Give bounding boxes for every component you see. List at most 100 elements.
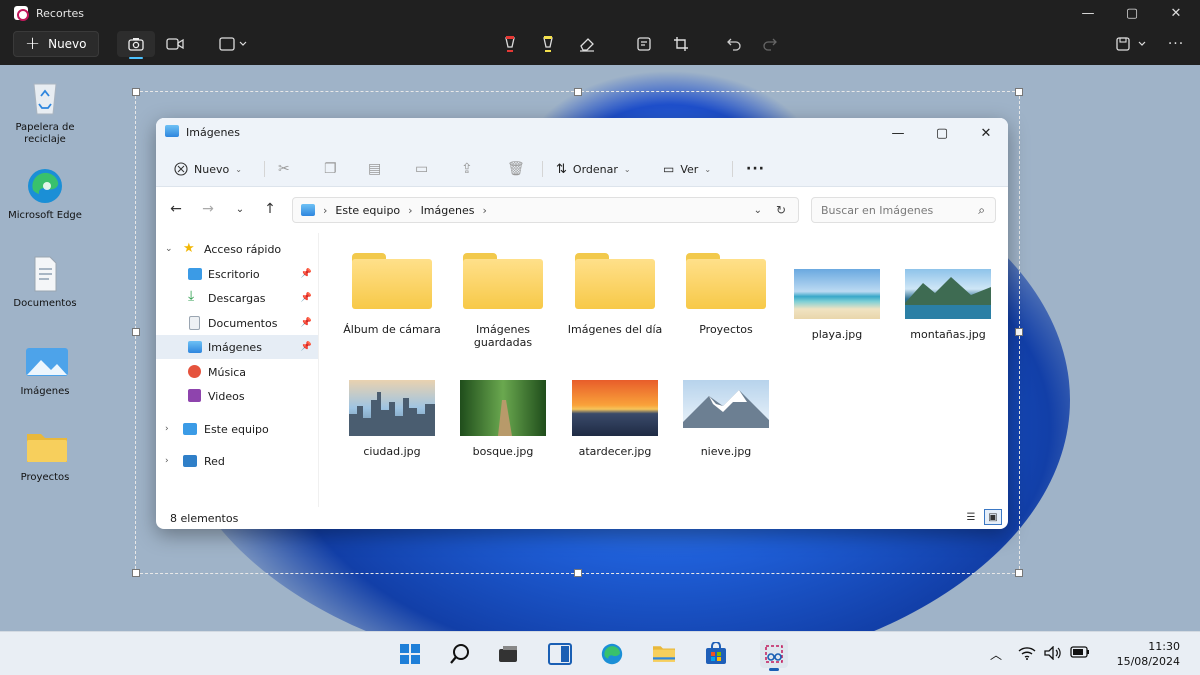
resize-handle-n[interactable] (574, 88, 582, 96)
file-explorer-window: Imágenes — ▢ ✕ Nuevo ⌄ ✂ ❐ ▤ ▭ ⇪ 🗑 ⇅ Ord… (156, 118, 1008, 529)
explorer-close-button[interactable]: ✕ (964, 120, 1008, 146)
folder-icon (25, 428, 67, 468)
show-hidden-icons-button[interactable]: ︿ (990, 646, 1002, 663)
status-bar: 8 elementos ☰ ▣ (156, 507, 1008, 529)
desktop-icon-documents[interactable]: Documentos (0, 254, 90, 310)
item-name: montañas.jpg (910, 328, 986, 341)
video-mode-button[interactable] (160, 31, 190, 57)
taskbar-edge-button[interactable] (598, 640, 626, 668)
pin-icon: 📌 (300, 269, 312, 279)
text-actions-button[interactable] (632, 31, 656, 57)
breadcrumb-current[interactable]: Imágenes (421, 204, 475, 217)
redo-button[interactable] (758, 31, 782, 57)
close-button[interactable]: ✕ (1156, 0, 1196, 26)
address-dropdown-icon[interactable]: ⌄ (754, 205, 762, 216)
paste-button[interactable]: ▤ (368, 158, 381, 180)
desktop-icon (188, 268, 202, 280)
nav-documents[interactable]: Documentos 📌 (156, 311, 318, 335)
nav-downloads[interactable]: ⤓ Descargas 📌 (156, 286, 318, 310)
nav-images[interactable]: Imágenes 📌 (156, 335, 318, 359)
large-icons-view-icon[interactable]: ▣ (984, 509, 1002, 525)
image-item[interactable]: montañas.jpg (898, 269, 998, 341)
folder-item[interactable]: Proyectos (676, 253, 776, 336)
taskbar-store-button[interactable] (702, 640, 730, 668)
more-options-button[interactable]: ··· (1164, 31, 1188, 57)
desktop-icon-recycle-bin[interactable]: Papelera de reciclaje (0, 78, 90, 146)
resize-handle-nw[interactable] (132, 88, 140, 96)
nav-videos[interactable]: Videos (156, 384, 318, 408)
taskbar-explorer-button[interactable] (650, 640, 678, 668)
resize-handle-ne[interactable] (1015, 88, 1023, 96)
clock[interactable]: 11:30 15/08/2024 (1100, 639, 1180, 669)
search-box[interactable]: Buscar en Imágenes ⌕ (811, 197, 996, 223)
resize-handle-w[interactable] (132, 328, 140, 336)
desktop-icon-edge[interactable]: Microsoft Edge (0, 166, 90, 222)
nav-desktop[interactable]: Escritorio 📌 (156, 262, 318, 286)
ballpoint-pen-button[interactable] (498, 31, 522, 57)
battery-icon[interactable] (1070, 646, 1090, 661)
folder-item[interactable]: Imágenes del día (565, 253, 665, 336)
crop-button[interactable] (669, 31, 693, 57)
folder-item[interactable]: Álbum de cámara (342, 253, 442, 336)
breadcrumb-root[interactable]: Este equipo (335, 204, 400, 217)
image-item[interactable]: playa.jpg (787, 269, 887, 341)
image-item[interactable]: bosque.jpg (453, 380, 553, 458)
resize-handle-s[interactable] (574, 569, 582, 577)
task-view-button[interactable] (494, 640, 522, 668)
new-item-button[interactable]: Nuevo ⌄ (174, 158, 242, 180)
new-snip-button[interactable]: + Nuevo (13, 31, 99, 57)
wifi-icon[interactable] (1018, 646, 1036, 663)
see-more-button[interactable]: ··· (746, 158, 765, 180)
explorer-minimize-button[interactable]: — (876, 120, 920, 146)
undo-button[interactable] (722, 31, 746, 57)
chevron-up-icon: ︿ (990, 648, 1003, 662)
folder-item[interactable]: Imágenes guardadas (453, 253, 553, 349)
start-button[interactable] (396, 640, 424, 668)
taskbar-snipping-button[interactable] (760, 640, 788, 671)
snip-shape-dropdown[interactable] (213, 31, 253, 57)
widgets-button[interactable] (546, 640, 574, 668)
image-item[interactable]: nieve.jpg (676, 380, 776, 458)
cut-button[interactable]: ✂ (278, 158, 290, 180)
refresh-icon[interactable]: ↻ (776, 203, 786, 217)
folder-icon (686, 253, 766, 309)
resize-handle-sw[interactable] (132, 569, 140, 577)
forward-button[interactable]: → (196, 199, 220, 219)
view-icon: ▭ (663, 162, 675, 176)
image-item[interactable]: ciudad.jpg (342, 380, 442, 458)
highlighter-button[interactable] (536, 31, 560, 57)
explorer-maximize-button[interactable]: ▢ (920, 120, 964, 146)
eraser-button[interactable] (574, 31, 600, 57)
document-icon (25, 254, 65, 294)
nav-network[interactable]: › Red (156, 449, 318, 473)
close-icon: ✕ (980, 125, 992, 141)
item-name: bosque.jpg (472, 445, 534, 458)
desktop-icon-projects[interactable]: Proyectos (0, 428, 90, 484)
divider (732, 161, 733, 177)
rename-button[interactable]: ▭ (415, 158, 428, 180)
image-item[interactable]: atardecer.jpg (565, 380, 665, 458)
nav-music[interactable]: Música (156, 360, 318, 384)
view-button[interactable]: ▭ Ver ⌄ (663, 158, 711, 180)
volume-icon[interactable] (1044, 645, 1062, 663)
save-dropdown[interactable] (1110, 31, 1154, 57)
address-bar[interactable]: › Este equipo › Imágenes › ⌄ ↻ (292, 197, 799, 223)
details-view-icon[interactable]: ☰ (962, 509, 980, 525)
recent-locations-button[interactable]: ⌄ (228, 199, 252, 219)
nav-label: Imágenes (208, 340, 262, 354)
share-button[interactable]: ⇪ (461, 158, 473, 180)
up-button[interactable]: ↑ (258, 199, 282, 219)
nav-this-pc[interactable]: › Este equipo (156, 417, 318, 441)
copy-button[interactable]: ❐ (324, 158, 337, 180)
nav-quick-access[interactable]: ⌄ ★ Acceso rápido (156, 237, 318, 261)
maximize-button[interactable]: ▢ (1112, 0, 1152, 26)
delete-button[interactable]: 🗑 (507, 158, 525, 180)
screenshot-mode-button[interactable] (117, 31, 155, 59)
minimize-button[interactable]: — (1068, 0, 1108, 26)
back-button[interactable]: ← (164, 199, 188, 219)
sort-button[interactable]: ⇅ Ordenar ⌄ (556, 158, 631, 180)
resize-handle-e[interactable] (1015, 328, 1023, 336)
search-button[interactable] (446, 640, 474, 668)
desktop-icon-images[interactable]: Imágenes (0, 342, 90, 398)
resize-handle-se[interactable] (1015, 569, 1023, 577)
